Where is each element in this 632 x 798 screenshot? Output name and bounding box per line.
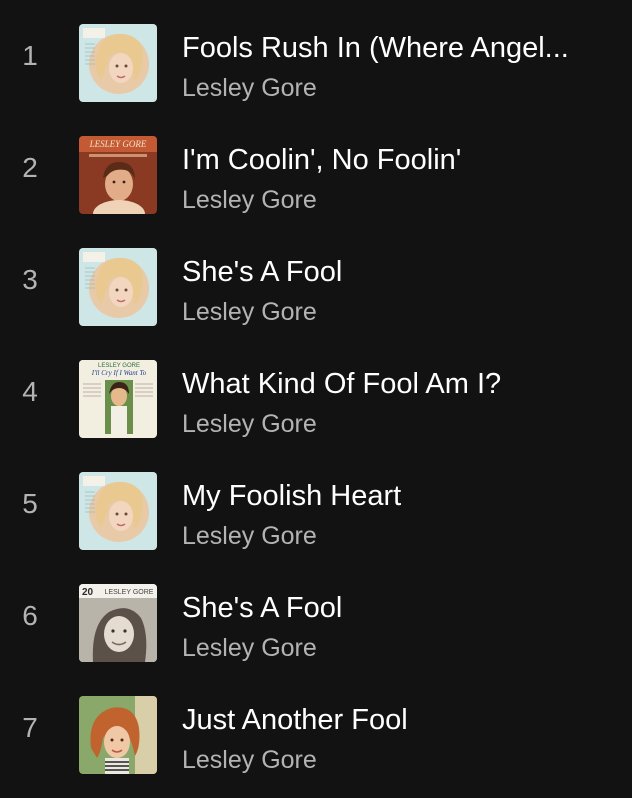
track-row-4[interactable]: 4 LESLEY GORE I'll Cry If I Want To What	[0, 336, 632, 448]
track-number: 3	[22, 264, 38, 295]
track-title[interactable]: She's A Fool	[182, 254, 612, 290]
track-artist[interactable]: Lesley Gore	[182, 743, 317, 777]
track-artist[interactable]: Lesley Gore	[182, 631, 317, 665]
track-number: 2	[22, 152, 38, 183]
track-title[interactable]: She's A Fool	[182, 590, 612, 626]
track-artist[interactable]: Lesley Gore	[182, 407, 317, 441]
album-cover-girl-talk	[79, 472, 157, 550]
track-title[interactable]: Fools Rush In (Where Angel...	[182, 30, 612, 66]
track-artist[interactable]: Lesley Gore	[182, 295, 317, 329]
track-artist[interactable]: Lesley Gore	[182, 183, 317, 217]
track-number: 6	[22, 600, 38, 631]
album-cover-portrait	[79, 696, 157, 774]
track-title[interactable]: What Kind Of Fool Am I?	[182, 366, 612, 402]
track-artist[interactable]: Lesley Gore	[182, 519, 317, 553]
album-cover-ill-cry-if-i-want-to: LESLEY GORE I'll Cry If I Want To	[79, 360, 157, 438]
track-number: 7	[22, 712, 38, 743]
svg-text:I'll Cry If I Want To: I'll Cry If I Want To	[91, 369, 147, 377]
track-title[interactable]: My Foolish Heart	[182, 478, 612, 514]
album-cover-20th-century-masters: 20 LESLEY GORE	[79, 584, 157, 662]
track-row-6[interactable]: 6 20 LESLEY GORE She's A Fool Lesley Gor…	[0, 560, 632, 672]
album-cover-girl-talk	[79, 24, 157, 102]
track-row-2[interactable]: 2 LESLEY GORE I'm Coolin', No Foolin' Le…	[0, 112, 632, 224]
svg-text:LESLEY GORE: LESLEY GORE	[105, 589, 154, 596]
track-title[interactable]: Just Another Fool	[182, 702, 612, 738]
album-cover-girl-talk	[79, 248, 157, 326]
track-row-1[interactable]: 1 Fools Rush In (Where Angel... Lesley G…	[0, 0, 632, 112]
track-row-7[interactable]: 7 Just Another Fool Lesley Gore	[0, 672, 632, 784]
track-number: 4	[22, 376, 38, 407]
svg-text:20: 20	[82, 587, 94, 598]
track-number: 1	[22, 40, 38, 71]
track-title[interactable]: I'm Coolin', No Foolin'	[182, 142, 612, 178]
track-row-3[interactable]: 3 She's A Fool Lesley Gore	[0, 224, 632, 336]
track-number: 5	[22, 488, 38, 519]
album-cover-mixed-up-hearts: LESLEY GORE	[79, 136, 157, 214]
track-artist[interactable]: Lesley Gore	[182, 71, 317, 105]
svg-text:LESLEY GORE: LESLEY GORE	[89, 139, 147, 149]
track-list: 1 Fools Rush In (Where Angel... Lesley G…	[0, 0, 632, 798]
track-row-5[interactable]: 5 My Foolish Heart Lesley Gore	[0, 448, 632, 560]
